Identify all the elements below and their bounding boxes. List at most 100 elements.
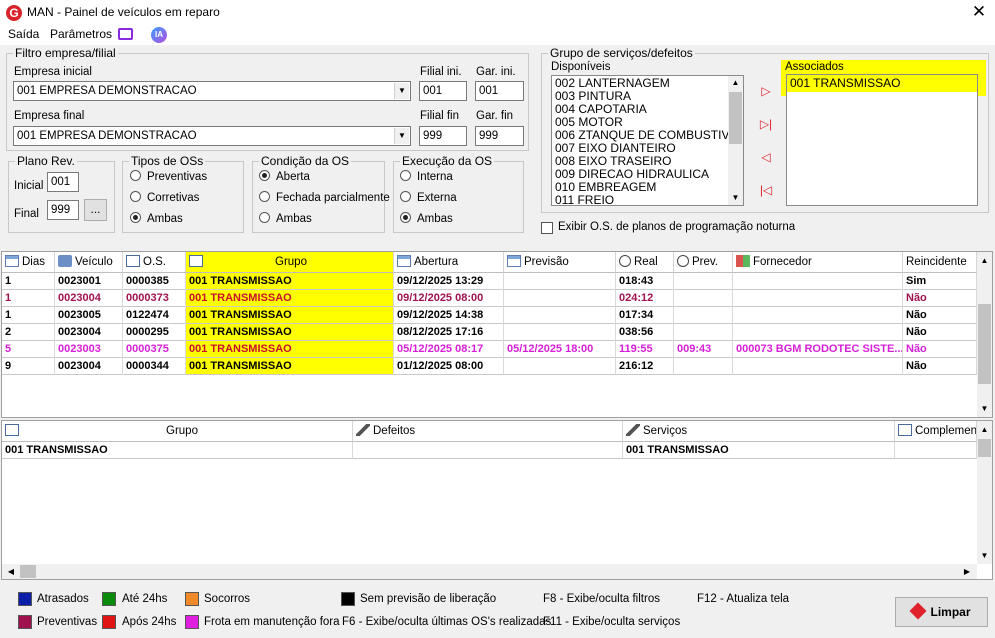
radio-dot[interactable] bbox=[400, 170, 411, 181]
col-header-os[interactable]: O.S. bbox=[123, 252, 186, 273]
cell-previsao bbox=[504, 358, 616, 375]
filial-ini-input[interactable]: 001 bbox=[419, 81, 467, 101]
table-row[interactable]: 1 0023005 0122474 001 TRANSMISSAO 09/12/2025… bbox=[2, 307, 977, 324]
col-header-abertura[interactable]: Abertura bbox=[394, 252, 504, 273]
scroll-down-icon[interactable]: ▼ bbox=[728, 191, 743, 205]
move-left-icon[interactable]: ◁ bbox=[758, 149, 774, 165]
radio-dot-selected[interactable] bbox=[259, 170, 270, 181]
move-right-icon[interactable]: ▷ bbox=[758, 83, 774, 99]
scroll-up-icon[interactable]: ▲ bbox=[977, 254, 992, 268]
main-grid-scrollbar[interactable]: ▲ ▼ bbox=[977, 252, 992, 417]
col-header-real[interactable]: Real bbox=[616, 252, 674, 273]
close-button[interactable]: ✕ bbox=[966, 2, 992, 22]
ia-icon[interactable]: IA bbox=[151, 27, 167, 43]
table-row[interactable]: 1 0023004 0000373 001 TRANSMISSAO 09/12/2025… bbox=[2, 290, 977, 307]
scroll-down-icon[interactable]: ▼ bbox=[977, 402, 992, 416]
cell-prev bbox=[674, 273, 733, 290]
radio-execucao-interna[interactable]: Interna bbox=[400, 169, 453, 185]
radio-execucao-externa[interactable]: Externa bbox=[400, 190, 457, 206]
table-row[interactable]: 2 0023004 0000295 001 TRANSMISSAO 08/12/2025… bbox=[2, 324, 977, 341]
limpar-button[interactable]: Limpar bbox=[895, 597, 988, 627]
empresa-inicial-select[interactable]: 001 EMPRESA DEMONSTRACAO ▼ bbox=[13, 81, 411, 101]
plano-inicial-input[interactable]: 001 bbox=[47, 172, 79, 192]
plano-final-input[interactable]: 999 bbox=[47, 200, 79, 220]
cell-reincidente: Não bbox=[903, 358, 977, 375]
radio-condicao-aberta[interactable]: Aberta bbox=[259, 169, 310, 185]
gar-ini-input[interactable]: 001 bbox=[475, 81, 524, 101]
menu-saida[interactable]: Saída bbox=[8, 27, 39, 41]
col-header-fornecedor[interactable]: Fornecedor bbox=[733, 252, 903, 273]
cell-os: 0000344 bbox=[123, 358, 186, 375]
calendar-icon bbox=[5, 255, 19, 267]
col-header-servicos[interactable]: Serviços bbox=[623, 421, 895, 442]
detail-row[interactable]: 001 TRANSMISSAO 001 TRANSMISSAO bbox=[2, 442, 977, 459]
col-header-defeitos[interactable]: Defeitos bbox=[353, 421, 623, 442]
scroll-down-icon[interactable]: ▼ bbox=[977, 549, 992, 563]
menu-parametros[interactable]: Parâmetros bbox=[50, 27, 112, 41]
radio-execucao-ambas[interactable]: Ambas bbox=[400, 211, 453, 227]
radio-tipos-ambas[interactable]: Ambas bbox=[130, 211, 183, 227]
list-item[interactable]: 001 TRANSMISSAO bbox=[790, 77, 900, 90]
scroll-up-icon[interactable]: ▲ bbox=[977, 423, 992, 437]
filial-fin-label: Filial fin bbox=[420, 110, 459, 122]
move-all-right-icon[interactable]: ▷| bbox=[758, 116, 774, 132]
plano-browse-button[interactable]: ... bbox=[84, 199, 107, 221]
scroll-thumb[interactable] bbox=[978, 304, 991, 384]
table-row[interactable]: 1 0023001 0000385 001 TRANSMISSAO 09/12/2025… bbox=[2, 273, 977, 290]
empresa-final-label: Empresa final bbox=[14, 110, 85, 122]
col-header-grupo[interactable]: Grupo bbox=[186, 252, 394, 273]
grupo-servicos-title: Grupo de serviços/defeitos bbox=[548, 46, 695, 60]
disponiveis-scrollbar[interactable]: ▲ ▼ bbox=[728, 76, 743, 205]
radio-condicao-fechada-parcialmente[interactable]: Fechada parcialmente bbox=[259, 190, 390, 206]
cell-prev bbox=[674, 290, 733, 307]
clock-icon bbox=[677, 255, 689, 267]
radio-dot[interactable] bbox=[130, 170, 141, 181]
move-all-left-icon[interactable]: |◁ bbox=[758, 182, 774, 198]
filial-fin-input[interactable]: 999 bbox=[419, 126, 467, 146]
col-header-detail-grupo[interactable]: Grupo bbox=[2, 421, 353, 442]
list-item[interactable]: 011 FREIO bbox=[555, 194, 614, 206]
scroll-thumb[interactable] bbox=[20, 565, 36, 578]
col-header-complement[interactable]: Complement bbox=[895, 421, 977, 442]
radio-tipos-preventivas[interactable]: Preventivas bbox=[130, 169, 207, 185]
scroll-thumb[interactable] bbox=[729, 92, 742, 144]
gar-fin-input[interactable]: 999 bbox=[475, 126, 524, 146]
chevron-down-icon[interactable]: ▼ bbox=[394, 83, 409, 99]
chevron-down-icon[interactable]: ▼ bbox=[394, 128, 409, 144]
scroll-up-icon[interactable]: ▲ bbox=[728, 76, 743, 90]
main-grid[interactable]: Dias Veículo O.S. Grupo Abertura Previsã… bbox=[1, 251, 993, 418]
table-row[interactable]: 5 0023003 0000375 001 TRANSMISSAO 05/12/2025… bbox=[2, 341, 977, 358]
disponiveis-label: Disponíveis bbox=[551, 61, 611, 73]
radio-tipos-corretivas[interactable]: Corretivas bbox=[130, 190, 199, 206]
radio-dot-selected[interactable] bbox=[130, 212, 141, 223]
cell-reincidente: Sim bbox=[903, 273, 977, 290]
radio-dot[interactable] bbox=[400, 191, 411, 202]
gar-fin-label: Gar. fin bbox=[476, 110, 514, 122]
associados-list[interactable]: 001 TRANSMISSAO bbox=[786, 74, 978, 206]
col-header-prev[interactable]: Prev. bbox=[674, 252, 733, 273]
scroll-right-icon[interactable]: ▶ bbox=[960, 564, 974, 579]
scroll-left-icon[interactable]: ◀ bbox=[4, 564, 18, 579]
title-bar: G MAN - Painel de veículos em reparo ✕ bbox=[0, 0, 995, 25]
detail-grid-vscrollbar[interactable]: ▲ ▼ bbox=[977, 421, 992, 564]
radio-dot-selected[interactable] bbox=[400, 212, 411, 223]
radio-dot[interactable] bbox=[130, 191, 141, 202]
col-header-veiculo[interactable]: Veículo bbox=[55, 252, 123, 273]
col-header-dias[interactable]: Dias bbox=[2, 252, 55, 273]
col-header-previsao[interactable]: Previsão bbox=[504, 252, 616, 273]
cell-previsao: 05/12/2025 18:00 bbox=[504, 341, 616, 358]
detail-grid-hscrollbar[interactable]: ◀ ▶ bbox=[2, 564, 977, 579]
empresa-final-select[interactable]: 001 EMPRESA DEMONSTRACAO ▼ bbox=[13, 126, 411, 146]
radio-condicao-ambas[interactable]: Ambas bbox=[259, 211, 312, 227]
radio-dot[interactable] bbox=[259, 212, 270, 223]
radio-dot[interactable] bbox=[259, 191, 270, 202]
detail-grid[interactable]: Grupo Defeitos Serviços Complement 001 T… bbox=[1, 420, 993, 580]
disponiveis-list[interactable]: 002 LANTERNAGEM 003 PINTURA 004 CAPOTARI… bbox=[551, 75, 744, 206]
monitor-icon[interactable] bbox=[118, 28, 133, 40]
table-row[interactable]: 9 0023004 0000344 001 TRANSMISSAO 01/12/2025… bbox=[2, 358, 977, 375]
cell-veiculo: 0023001 bbox=[55, 273, 123, 290]
col-header-reincidente[interactable]: Reincidente bbox=[903, 252, 977, 273]
scroll-thumb[interactable] bbox=[978, 439, 991, 457]
cell-abertura: 09/12/2025 08:00 bbox=[394, 290, 504, 307]
exibir-os-checkbox[interactable] bbox=[541, 222, 553, 234]
